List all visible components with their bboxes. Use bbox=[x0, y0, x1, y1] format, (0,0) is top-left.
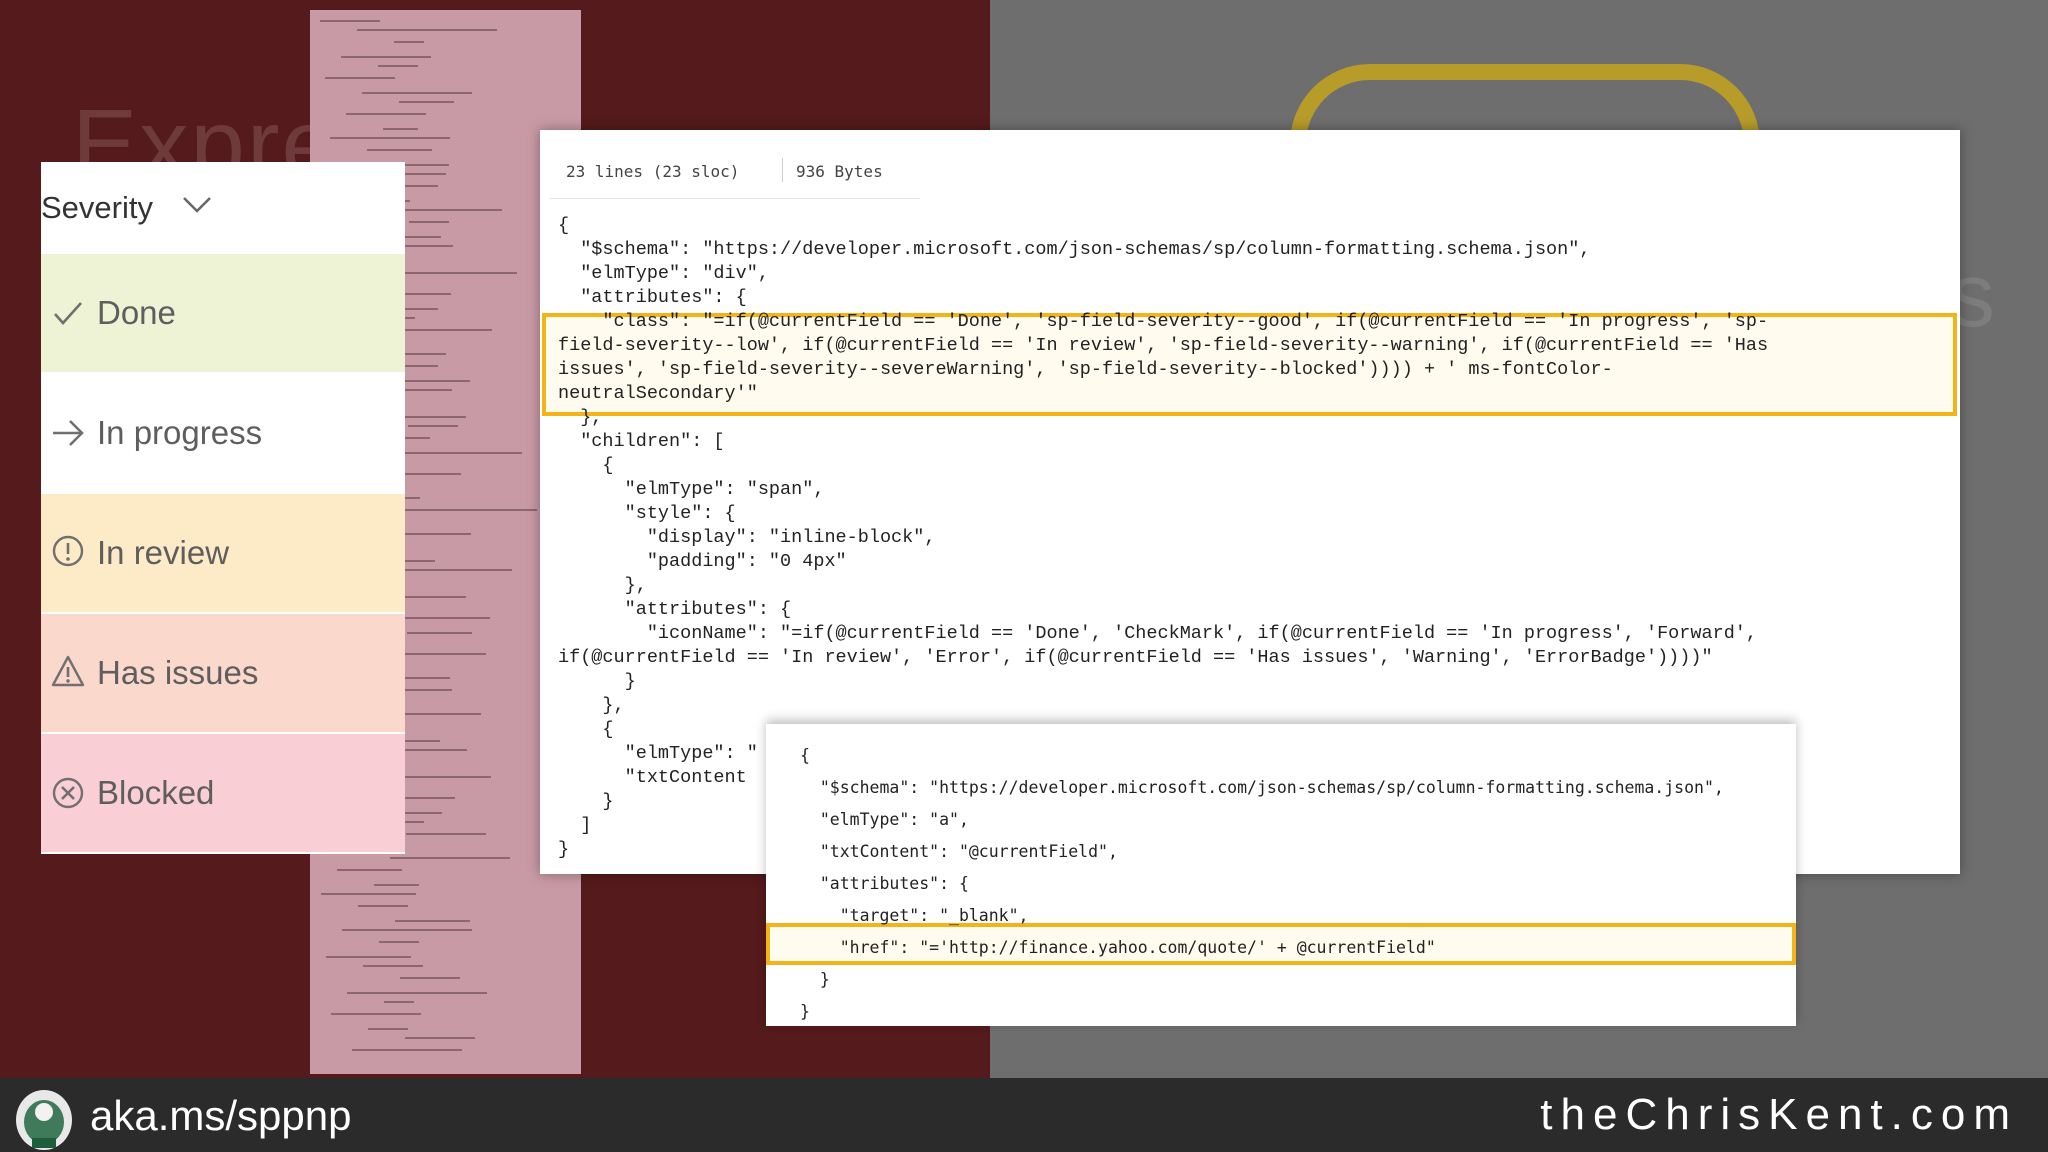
blurred-code-line bbox=[395, 920, 470, 922]
blurred-code-line bbox=[331, 1013, 421, 1015]
site-name-text[interactable]: theChrisKent.com bbox=[1540, 1090, 2018, 1140]
blurred-code-line bbox=[352, 1049, 462, 1051]
blurred-code-line bbox=[358, 905, 408, 907]
file-info-divider bbox=[782, 158, 783, 182]
checkmark-icon bbox=[54, 302, 82, 325]
severity-label-blocked: Blocked bbox=[97, 774, 215, 811]
blurred-code-line bbox=[378, 65, 418, 67]
blurred-code-line bbox=[407, 632, 472, 634]
blurred-code-line bbox=[357, 29, 497, 31]
blurred-code-line bbox=[368, 1028, 408, 1030]
blurred-code-line bbox=[342, 929, 472, 931]
footer-bar: aka.ms/sppnp theChrisKent.com bbox=[0, 1078, 2048, 1152]
blurred-code-line bbox=[406, 833, 486, 835]
blurred-code-line bbox=[347, 992, 487, 994]
warning-triangle-icon bbox=[51, 655, 85, 687]
blurred-code-line bbox=[362, 92, 472, 94]
file-line-count: 23 lines (23 sloc) bbox=[566, 162, 740, 181]
error-circle-icon bbox=[52, 535, 84, 567]
blurred-code-line bbox=[379, 941, 419, 943]
blurred-code-line bbox=[346, 113, 426, 115]
mascot-logo-icon bbox=[16, 1090, 72, 1150]
blurred-code-line bbox=[325, 77, 395, 79]
blurred-code-line bbox=[391, 653, 486, 655]
blurred-code-line bbox=[403, 365, 438, 367]
blurred-code-line bbox=[392, 452, 522, 454]
blurred-code-line bbox=[408, 425, 458, 427]
severity-column-preview: Severity Done In progress In review Has … bbox=[41, 162, 405, 854]
blurred-code-line bbox=[396, 713, 481, 715]
severity-row-blocked[interactable]: Blocked bbox=[41, 734, 405, 852]
blurred-code-line bbox=[405, 1037, 475, 1039]
severity-row-done[interactable]: Done bbox=[41, 254, 405, 372]
file-size: 936 Bytes bbox=[796, 162, 883, 181]
severity-label-done: Done bbox=[97, 294, 176, 331]
blurred-code-line bbox=[400, 977, 460, 979]
blurred-code-line bbox=[341, 56, 431, 58]
blurred-code-line bbox=[320, 20, 380, 22]
severity-row-in-review[interactable]: In review bbox=[41, 494, 405, 612]
severity-label-in-review: In review bbox=[97, 534, 230, 571]
blurred-code-line bbox=[394, 41, 424, 43]
blurred-code-line bbox=[404, 164, 449, 166]
blurred-code-line bbox=[390, 857, 510, 859]
blurred-code-line bbox=[402, 569, 512, 571]
blurred-code-line bbox=[337, 869, 402, 871]
severity-row-in-progress[interactable]: In progress bbox=[41, 374, 405, 492]
chevron-down-icon bbox=[183, 197, 211, 213]
blurred-code-line bbox=[363, 965, 423, 967]
forward-arrow-icon bbox=[53, 420, 84, 446]
blurred-code-line bbox=[367, 149, 432, 151]
hyperlink-json-code: { "$schema": "https://developer.microsof… bbox=[800, 746, 1724, 1021]
blurred-code-line bbox=[409, 221, 449, 223]
blurred-code-line bbox=[330, 137, 450, 139]
blurred-code-line bbox=[383, 128, 418, 130]
blocked-circle-icon bbox=[52, 777, 84, 809]
severity-column-header[interactable]: Severity bbox=[41, 162, 405, 254]
file-info-bar: 23 lines (23 sloc) 936 Bytes bbox=[550, 136, 920, 199]
severity-label-has-issues: Has issues bbox=[97, 654, 259, 691]
severity-column-title: Severity bbox=[41, 190, 153, 225]
hyperlink-json-snippet: { "$schema": "https://developer.microsof… bbox=[766, 724, 1796, 1026]
blurred-code-line bbox=[321, 893, 416, 895]
blurred-code-line bbox=[401, 776, 491, 778]
severity-label-in-progress: In progress bbox=[97, 414, 263, 451]
blurred-code-line bbox=[374, 884, 419, 886]
blurred-code-line bbox=[384, 1001, 414, 1003]
short-link-text[interactable]: aka.ms/sppnp bbox=[90, 1092, 351, 1140]
blurred-code-line bbox=[399, 101, 454, 103]
blurred-code-line bbox=[397, 509, 537, 511]
blurred-code-line bbox=[326, 956, 411, 958]
severity-row-has-issues[interactable]: Has issues bbox=[41, 614, 405, 732]
